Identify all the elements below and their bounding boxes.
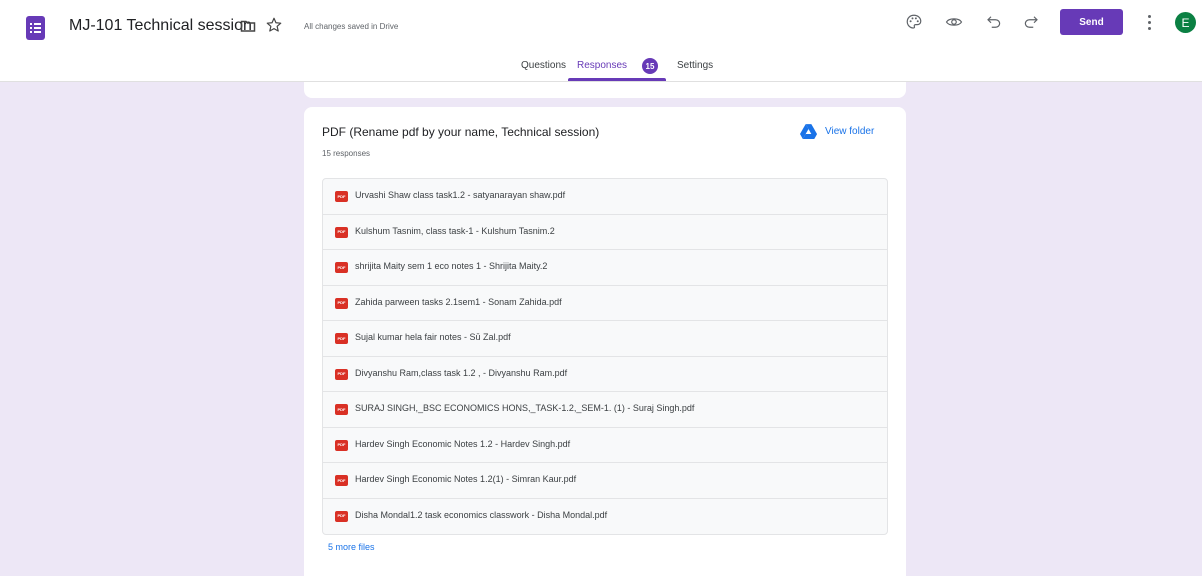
file-name[interactable]: Hardev Singh Economic Notes 1.2(1) - Sim… <box>355 474 576 484</box>
response-count: 15 responses <box>322 149 371 158</box>
send-button[interactable]: Send <box>1060 9 1123 35</box>
redo-icon[interactable] <box>1022 13 1040 31</box>
google-drive-icon[interactable] <box>800 124 817 139</box>
pdf-file-icon: PDF <box>335 439 348 451</box>
file-name[interactable]: Divyanshu Ram,class task 1.2 , - Divyans… <box>355 368 567 378</box>
undo-icon[interactable] <box>985 13 1003 31</box>
more-options-icon[interactable] <box>1146 13 1152 31</box>
file-row[interactable]: PDF Sujal kumar hela fair notes - Sū Zal… <box>323 321 887 357</box>
pdf-file-icon: PDF <box>335 368 348 380</box>
file-row[interactable]: PDF Hardev Singh Economic Notes 1.2(1) -… <box>323 463 887 499</box>
form-title[interactable]: MJ-101 Technical session <box>69 17 252 35</box>
file-name[interactable]: Zahida parween tasks 2.1sem1 - Sonam Zah… <box>355 297 562 307</box>
star-icon[interactable] <box>265 16 283 34</box>
file-name[interactable]: Sujal kumar hela fair notes - Sū Zal.pdf <box>355 332 511 342</box>
forms-app-icon[interactable] <box>26 16 45 40</box>
folder-icon[interactable] <box>240 18 256 34</box>
uploaded-files-list: PDF Urvashi Shaw class task1.2 - satyana… <box>322 178 888 535</box>
file-row[interactable]: PDF Urvashi Shaw class task1.2 - satyana… <box>323 179 887 215</box>
palette-icon[interactable] <box>905 13 923 31</box>
view-folder-link[interactable]: View folder <box>825 126 874 137</box>
file-row[interactable]: PDF Kulshum Tasnim, class task-1 - Kulsh… <box>323 215 887 250</box>
file-row[interactable]: PDF shrijita Maity sem 1 eco notes 1 - S… <box>323 250 887 286</box>
question-title: PDF (Rename pdf by your name, Technical … <box>322 125 600 139</box>
pdf-file-icon: PDF <box>335 191 348 202</box>
tab-questions[interactable]: Questions <box>521 60 566 71</box>
active-tab-indicator <box>568 78 666 81</box>
file-row[interactable]: PDF Divyanshu Ram,class task 1.2 , - Div… <box>323 357 887 392</box>
file-row[interactable]: PDF Disha Mondal1.2 task economics class… <box>323 499 887 535</box>
pdf-file-icon: PDF <box>335 226 348 238</box>
previous-card <box>304 82 906 98</box>
pdf-file-icon: PDF <box>335 297 348 309</box>
file-name[interactable]: shrijita Maity sem 1 eco notes 1 - Shrij… <box>355 261 547 271</box>
save-status: All changes saved in Drive <box>304 22 399 31</box>
file-row[interactable]: PDF Zahida parween tasks 2.1sem1 - Sonam… <box>323 286 887 321</box>
pdf-file-icon: PDF <box>335 510 348 522</box>
preview-eye-icon[interactable] <box>945 13 963 31</box>
tab-responses[interactable]: Responses <box>577 60 627 71</box>
file-name[interactable]: Urvashi Shaw class task1.2 - satyanaraya… <box>355 190 565 200</box>
file-name[interactable]: SURAJ SINGH,_BSC ECONOMICS HONS,_TASK-1.… <box>355 403 694 413</box>
file-name[interactable]: Kulshum Tasnim, class task-1 - Kulshum T… <box>355 226 555 236</box>
more-files-link[interactable]: 5 more files <box>328 542 375 552</box>
file-name[interactable]: Hardev Singh Economic Notes 1.2 - Hardev… <box>355 439 570 449</box>
pdf-file-icon: PDF <box>335 262 348 273</box>
responses-count-badge: 15 <box>642 58 658 74</box>
file-row[interactable]: PDF Hardev Singh Economic Notes 1.2 - Ha… <box>323 428 887 463</box>
pdf-file-icon: PDF <box>335 475 348 486</box>
pdf-file-icon: PDF <box>335 404 348 415</box>
account-avatar[interactable]: E <box>1175 12 1196 33</box>
file-name[interactable]: Disha Mondal1.2 task economics classwork… <box>355 510 607 520</box>
pdf-file-icon: PDF <box>335 333 348 344</box>
file-row[interactable]: PDF SURAJ SINGH,_BSC ECONOMICS HONS,_TAS… <box>323 392 887 428</box>
tab-settings[interactable]: Settings <box>677 60 713 71</box>
